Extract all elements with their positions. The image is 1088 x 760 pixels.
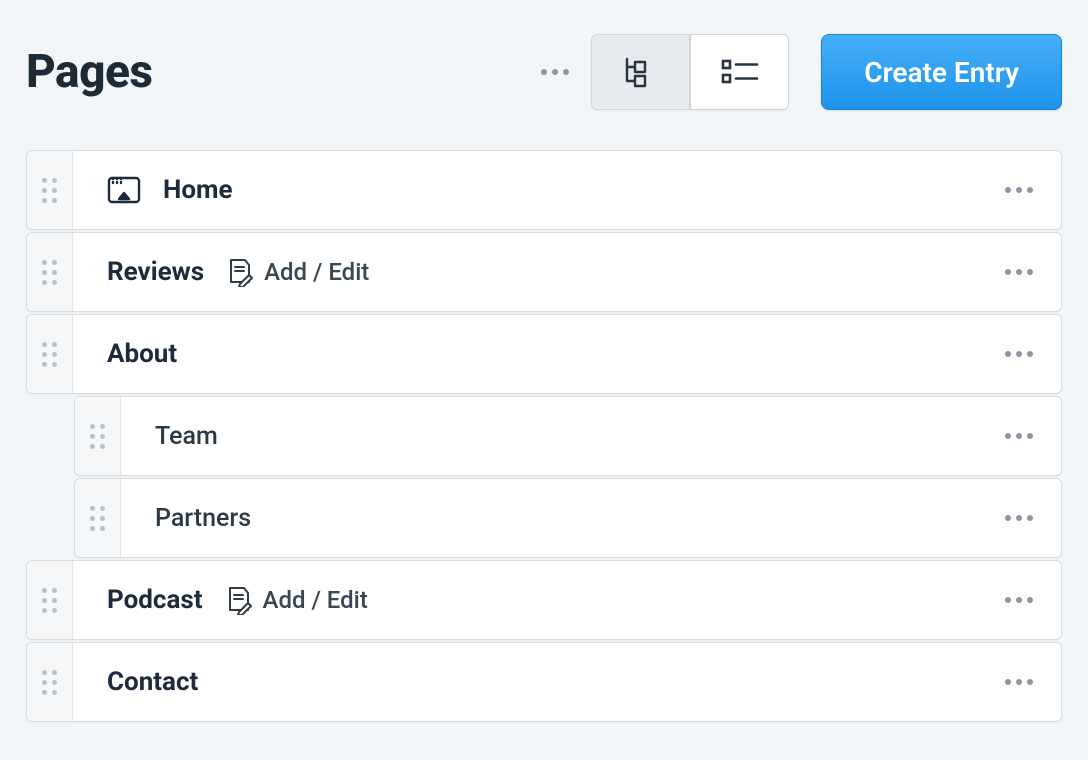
row-more-button[interactable] xyxy=(1005,269,1061,275)
more-icon xyxy=(1005,597,1033,603)
add-edit-link[interactable]: Add / Edit xyxy=(225,585,368,615)
add-edit-label: Add / Edit xyxy=(264,258,369,286)
header-more-button[interactable] xyxy=(537,54,573,90)
drag-handle[interactable] xyxy=(75,397,121,475)
list-item-label: Partners xyxy=(155,504,251,533)
list-item-label: Contact xyxy=(107,667,198,697)
row-more-button[interactable] xyxy=(1005,187,1061,193)
more-icon xyxy=(541,69,569,75)
list-item-body[interactable]: Partners xyxy=(121,504,1005,533)
drag-icon xyxy=(42,670,57,695)
row-more-button[interactable] xyxy=(1005,433,1061,439)
list-icon xyxy=(720,57,760,87)
row-more-button[interactable] xyxy=(1005,515,1061,521)
more-icon xyxy=(1005,679,1033,685)
row-more-button[interactable] xyxy=(1005,351,1061,357)
add-edit-label: Add / Edit xyxy=(263,586,368,614)
list-item-label: Reviews xyxy=(107,257,204,287)
more-icon xyxy=(1005,515,1033,521)
create-entry-button[interactable]: Create Entry xyxy=(821,34,1062,110)
drag-icon xyxy=(42,260,57,285)
list-item-body[interactable]: Contact xyxy=(73,667,1005,697)
list-item: Team xyxy=(74,396,1062,476)
more-icon xyxy=(1005,351,1033,357)
drag-handle[interactable] xyxy=(27,151,73,229)
list-item-body[interactable]: Team xyxy=(121,422,1005,451)
row-more-button[interactable] xyxy=(1005,679,1061,685)
list-item-label: Team xyxy=(155,422,218,451)
drag-icon xyxy=(42,178,57,203)
list-item: Podcast Add / Edit xyxy=(26,560,1062,640)
page-header: Pages xyxy=(26,24,1062,110)
view-toggle xyxy=(591,34,789,110)
list-item: Contact xyxy=(26,642,1062,722)
drag-handle[interactable] xyxy=(27,233,73,311)
view-tree-button[interactable] xyxy=(592,35,690,109)
tree-icon xyxy=(621,55,661,89)
drag-icon xyxy=(42,588,57,613)
list-item: Partners xyxy=(74,478,1062,558)
page-title: Pages xyxy=(26,45,153,99)
document-edit-icon xyxy=(226,257,254,287)
list-item: Home xyxy=(26,150,1062,230)
list-item-body[interactable]: Home xyxy=(73,175,1005,205)
drag-icon xyxy=(90,506,105,531)
document-edit-icon xyxy=(225,585,253,615)
view-list-button[interactable] xyxy=(690,35,788,109)
drag-handle[interactable] xyxy=(27,643,73,721)
add-edit-link[interactable]: Add / Edit xyxy=(226,257,369,287)
drag-icon xyxy=(42,342,57,367)
drag-handle[interactable] xyxy=(27,315,73,393)
drag-icon xyxy=(90,424,105,449)
list-item-label: Podcast xyxy=(107,585,203,615)
more-icon xyxy=(1005,433,1033,439)
list-item: About xyxy=(26,314,1062,394)
list-item: Reviews Add / Edit xyxy=(26,232,1062,312)
more-icon xyxy=(1005,269,1033,275)
create-entry-label: Create Entry xyxy=(864,56,1019,89)
pages-list: Home Reviews xyxy=(26,150,1062,724)
list-item-label: About xyxy=(107,339,177,369)
row-more-button[interactable] xyxy=(1005,597,1061,603)
list-item-body[interactable]: About xyxy=(73,339,1005,369)
more-icon xyxy=(1005,187,1033,193)
drag-handle[interactable] xyxy=(75,479,121,557)
list-item-label: Home xyxy=(163,175,233,205)
list-item-body[interactable]: Podcast Add / Edit xyxy=(73,585,1005,615)
drag-handle[interactable] xyxy=(27,561,73,639)
list-item-body[interactable]: Reviews Add / Edit xyxy=(73,257,1005,287)
home-page-icon xyxy=(107,175,141,205)
